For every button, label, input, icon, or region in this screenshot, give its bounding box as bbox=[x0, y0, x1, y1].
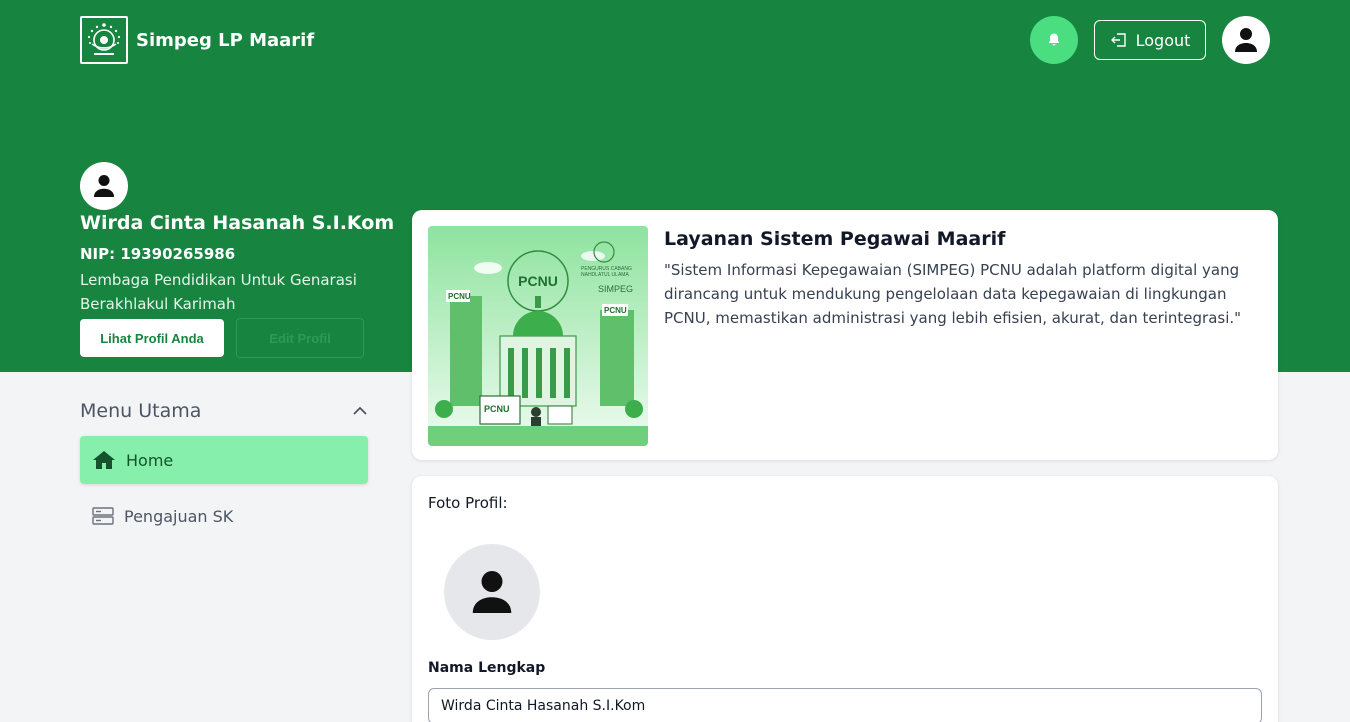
user-menu-button[interactable] bbox=[1222, 16, 1270, 64]
full-name-label: Nama Lengkap bbox=[428, 660, 546, 676]
photo-label: Foto Profil: bbox=[428, 494, 508, 512]
brand-title: Simpeg LP Maarif bbox=[136, 29, 315, 51]
chevron-up-icon bbox=[353, 406, 367, 415]
sidebar-item-label: Home bbox=[126, 450, 174, 470]
info-title: Layanan Sistem Pegawai Maarif bbox=[664, 228, 1006, 250]
illustration-simpeg: SIMPEG bbox=[598, 284, 633, 294]
illustration-sign-right: PCNU bbox=[604, 306, 627, 315]
nu-logo-icon bbox=[80, 16, 128, 64]
sidebar-menu-toggle[interactable]: Menu Utama bbox=[80, 396, 368, 426]
sidebar-title: Menu Utama bbox=[80, 400, 202, 422]
logout-icon bbox=[1110, 33, 1126, 47]
illustration-monitor: PCNU bbox=[484, 404, 510, 414]
home-icon bbox=[93, 451, 115, 469]
info-description: "Sistem Informasi Kepegawaian (SIMPEG) P… bbox=[664, 261, 1242, 327]
view-profile-button[interactable]: Lihat Profil Anda bbox=[80, 319, 224, 357]
profile-name: Wirda Cinta Hasanah S.I.Kom bbox=[80, 212, 395, 234]
user-icon bbox=[472, 571, 512, 613]
profile-photo[interactable] bbox=[444, 544, 540, 640]
logout-label: Logout bbox=[1135, 30, 1191, 50]
notification-button[interactable] bbox=[1030, 16, 1078, 64]
bell-icon bbox=[1048, 33, 1060, 46]
user-icon bbox=[93, 175, 115, 197]
brand[interactable]: Simpeg LP Maarif bbox=[80, 16, 314, 64]
sidebar-item-label: Pengajuan SK bbox=[124, 506, 234, 526]
simpeg-illustration: PCNU PENGURUS CABANG NAHDLATUL ULAMA SIM… bbox=[428, 226, 648, 446]
server-icon bbox=[92, 507, 114, 525]
illustration-emblem-bottom: NAHDLATUL ULAMA bbox=[581, 272, 629, 278]
sidebar-item-pengajuan-sk[interactable]: Pengajuan SK bbox=[80, 492, 368, 540]
logout-button[interactable]: Logout bbox=[1094, 20, 1206, 60]
illustration-sign-main: PCNU bbox=[518, 273, 558, 289]
profile-avatar bbox=[80, 162, 128, 210]
edit-profile-button[interactable]: Edit Profil bbox=[236, 318, 364, 358]
illustration-sign-left: PCNU bbox=[448, 292, 471, 301]
info-card: PCNU PENGURUS CABANG NAHDLATUL ULAMA SIM… bbox=[412, 210, 1278, 460]
full-name-input[interactable] bbox=[428, 688, 1262, 722]
sidebar-item-home[interactable]: Home bbox=[80, 436, 368, 484]
profile-tagline: Lembaga Pendidikan Untuk Genarasi Berakh… bbox=[80, 271, 357, 313]
profile-form-card: Foto Profil: Nama Lengkap bbox=[412, 476, 1278, 722]
profile-nip: NIP: 19390265986 bbox=[80, 245, 236, 263]
user-icon bbox=[1235, 28, 1257, 52]
